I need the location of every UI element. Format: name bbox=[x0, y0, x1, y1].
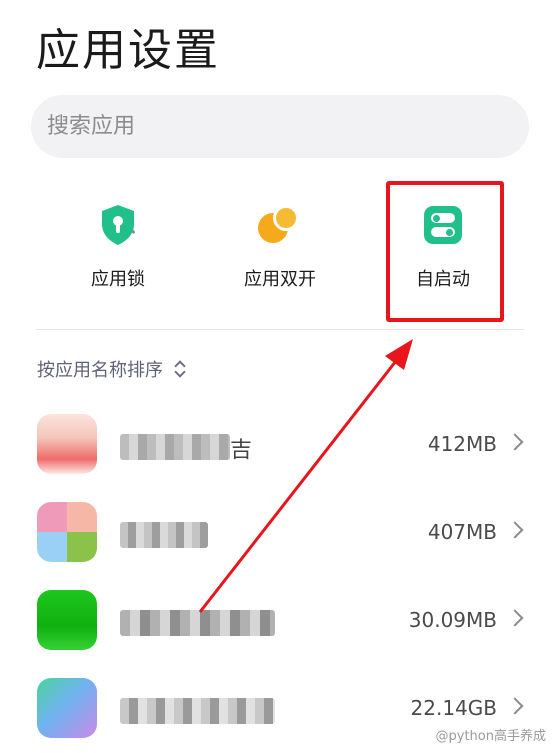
app-icon bbox=[37, 590, 97, 650]
app-list-item[interactable]: 407MB bbox=[0, 490, 559, 578]
sort-chevron-icon bbox=[173, 359, 187, 379]
app-icon bbox=[37, 678, 97, 738]
app-name-redacted bbox=[120, 698, 275, 724]
app-name-visible-fragment: 吉 bbox=[230, 438, 253, 463]
app-size: 22.14GB bbox=[410, 696, 497, 720]
app-list-item[interactable]: 吉 412MB bbox=[0, 402, 559, 490]
feature-autostart[interactable]: 自启动 bbox=[378, 195, 508, 291]
app-name-redacted bbox=[120, 434, 230, 460]
sort-label: 按应用名称排序 bbox=[37, 360, 163, 381]
page-title: 应用设置 bbox=[36, 25, 220, 76]
chevron-right-icon bbox=[506, 697, 524, 715]
chevron-right-icon bbox=[506, 433, 524, 451]
toggle-switch-icon bbox=[424, 206, 462, 244]
app-list-item[interactable]: 30.09MB bbox=[0, 578, 559, 666]
search-bar[interactable] bbox=[31, 95, 529, 234]
sort-selector[interactable]: 按应用名称排序 bbox=[37, 356, 187, 382]
app-icon bbox=[37, 502, 97, 562]
app-name-redacted bbox=[120, 522, 208, 548]
search-input[interactable] bbox=[47, 114, 427, 139]
dual-circle-icon bbox=[258, 205, 302, 245]
watermark: @python高手养成 bbox=[432, 724, 549, 745]
chevron-right-icon bbox=[506, 609, 524, 627]
app-size: 412MB bbox=[427, 432, 497, 456]
app-name-redacted bbox=[120, 610, 275, 636]
app-size: 30.09MB bbox=[408, 608, 497, 632]
feature-dual-app[interactable]: 应用双开 bbox=[215, 195, 345, 291]
feature-app-lock[interactable]: 应用锁 bbox=[53, 195, 183, 291]
feature-label: 应用双开 bbox=[244, 269, 316, 290]
divider bbox=[36, 329, 524, 330]
feature-label: 应用锁 bbox=[91, 269, 145, 290]
chevron-right-icon bbox=[506, 521, 524, 539]
shield-lock-icon bbox=[102, 205, 134, 245]
app-icon bbox=[37, 414, 97, 474]
feature-label: 自启动 bbox=[416, 269, 470, 290]
app-size: 407MB bbox=[427, 520, 497, 544]
